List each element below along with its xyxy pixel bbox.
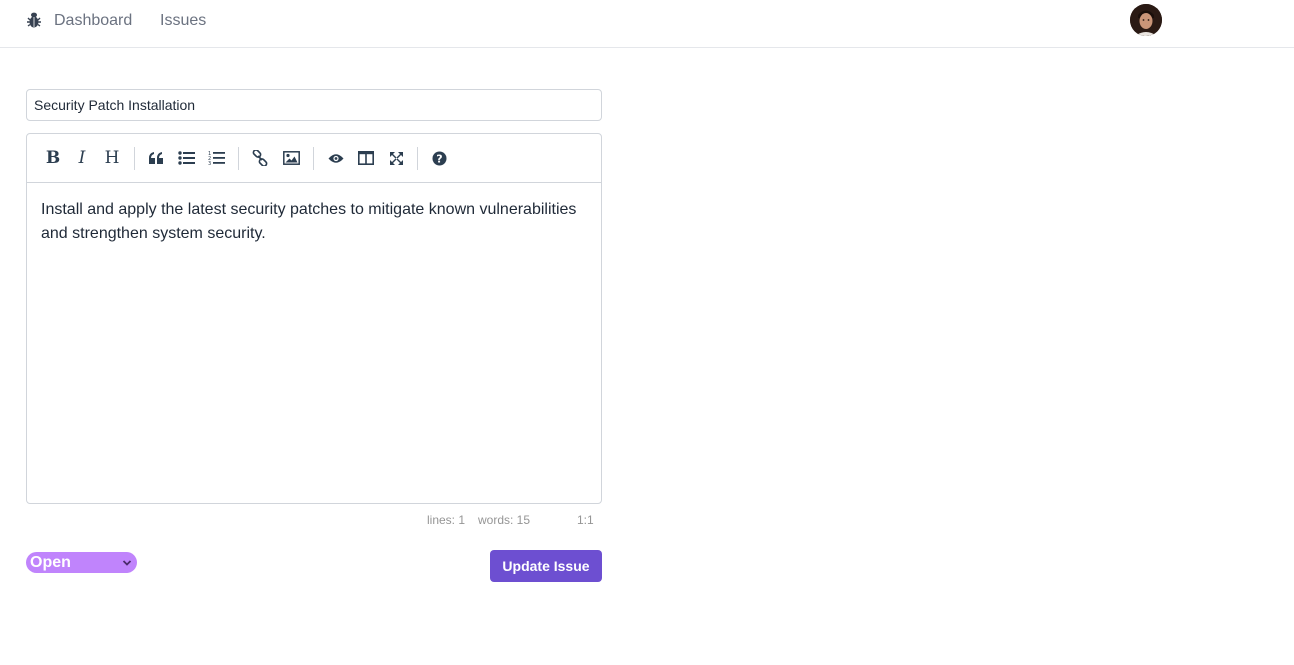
svg-text:?: ? (436, 152, 442, 165)
update-issue-button[interactable]: Update Issue (490, 550, 602, 582)
nav-issues-link[interactable]: Issues (160, 11, 206, 31)
editor-words-count: words: 15 (478, 513, 531, 527)
description-editor: B I H 123 ? Install and apply the latest… (26, 133, 602, 504)
editor-content[interactable]: Install and apply the latest security pa… (41, 198, 581, 246)
nav-dashboard-link[interactable]: Dashboard (54, 11, 132, 31)
editor-toolbar: B I H 123 ? (27, 134, 601, 183)
editor-cursor-position: 1:1 (577, 513, 594, 527)
issue-title-input[interactable] (26, 89, 602, 121)
editor-lines-count: lines: 1 (427, 513, 466, 527)
status-select-value: Open (30, 554, 71, 571)
toolbar-separator (313, 147, 314, 170)
ordered-list-icon[interactable]: 123 (204, 146, 228, 170)
image-icon[interactable] (279, 146, 303, 170)
chevron-down-icon (121, 555, 133, 569)
status-select[interactable]: Open (26, 552, 137, 573)
quote-icon[interactable] (144, 146, 168, 170)
top-navbar: Dashboard Issues (0, 0, 1294, 48)
help-icon[interactable]: ? (427, 146, 451, 170)
toolbar-separator (134, 147, 135, 170)
fullscreen-icon[interactable] (384, 146, 408, 170)
side-by-side-icon[interactable] (354, 146, 378, 170)
bold-icon[interactable]: B (41, 146, 65, 170)
svg-text:3: 3 (208, 161, 211, 166)
toolbar-separator (238, 147, 239, 170)
heading-icon[interactable]: H (100, 146, 124, 170)
toolbar-separator (417, 147, 418, 170)
preview-icon[interactable] (324, 146, 348, 170)
unordered-list-icon[interactable] (174, 146, 198, 170)
link-icon[interactable] (248, 146, 272, 170)
user-avatar[interactable] (1130, 4, 1162, 36)
bug-icon[interactable] (26, 11, 42, 29)
italic-icon[interactable]: I (70, 146, 94, 170)
